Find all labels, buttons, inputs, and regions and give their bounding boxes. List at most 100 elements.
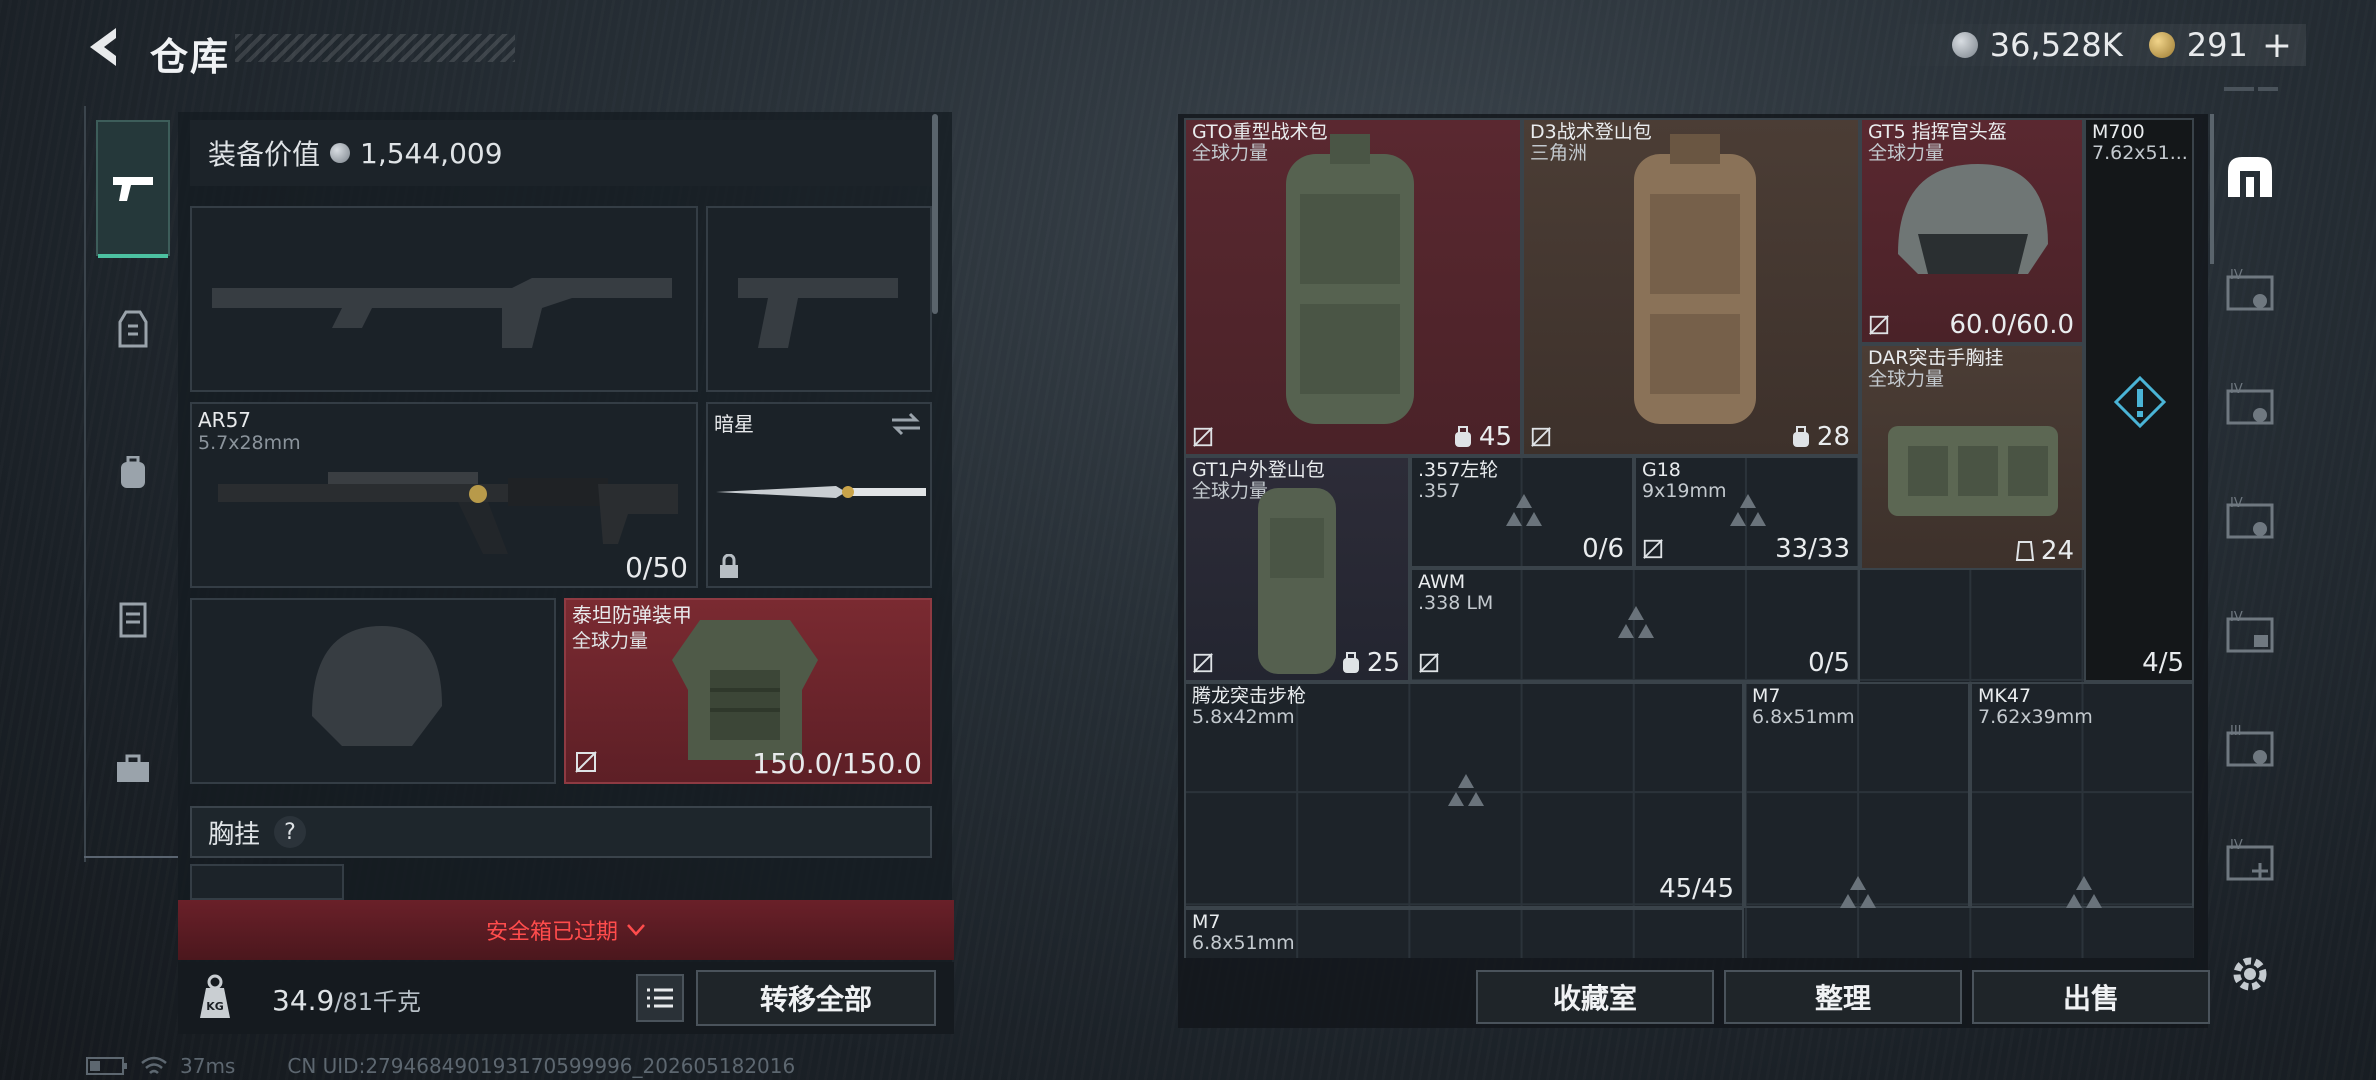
secondary-weapon-slot[interactable] [706, 206, 932, 392]
item-capacity: 28 [1791, 422, 1850, 452]
equip-scrollbar[interactable] [932, 114, 938, 314]
stash-item-m7[interactable]: M7 6.8x51mm [1744, 682, 1970, 908]
chevron-down-icon [627, 924, 645, 936]
backpack-small-icon [1792, 426, 1809, 447]
list-view-button[interactable] [636, 974, 684, 1022]
ping-text: 37ms [180, 1054, 236, 1078]
stash-item-gt1-backpack[interactable]: GT1户外登山包 全球力量 25 [1184, 456, 1410, 682]
nav-divider [84, 856, 178, 858]
stash-item-m7-2[interactable]: M7 6.8x51mm [1184, 908, 1744, 958]
svg-text:III: III [2230, 724, 2242, 739]
rifle-placeholder-icon [212, 278, 672, 348]
chest-rig-image [1888, 426, 2058, 516]
svg-text:IV: IV [2230, 838, 2243, 853]
backpack-image [1286, 134, 1414, 424]
transfer-all-button[interactable]: 转移全部 [696, 970, 936, 1026]
stash-item-m700[interactable]: M700 7.62x51... 4/5 [2084, 118, 2194, 682]
tab-stash-4d[interactable]: IV [2214, 596, 2286, 668]
uid-text: CN UID:279468490193170599996_20260518201… [287, 1054, 796, 1078]
ar57-slot[interactable]: AR57 5.7x28mm 0/50 [190, 402, 698, 588]
stash-item-d3-backpack[interactable]: D3战术登山包 三角洲 28 [1522, 118, 1860, 456]
placeholder-triangle-icon [1618, 606, 1654, 638]
no-insure-icon [1643, 539, 1663, 559]
placeholder-triangle-icon [2066, 876, 2102, 908]
stash-item-awm[interactable]: AWM .338 LM 0/5 [1410, 568, 1860, 682]
sell-button[interactable]: 出售 [1972, 970, 2210, 1024]
silver-coin-icon [330, 143, 351, 163]
svg-text:IV: IV [2230, 382, 2243, 397]
item-name: .357左轮 .357 [1418, 459, 1499, 502]
briefcase-icon [117, 754, 149, 782]
help-button[interactable]: ? [274, 816, 307, 848]
item-capacity: 45 [1453, 422, 1512, 452]
item-name: M7 6.8x51mm [1752, 685, 1855, 728]
max-weight: /81千克 [334, 988, 421, 1016]
collection-room-button[interactable]: 收藏室 [1476, 970, 1714, 1024]
stash-item-gto-backpack[interactable]: GTO重型战术包 全球力量 45 [1184, 118, 1522, 456]
tab-stash-add[interactable]: IV [2214, 824, 2286, 896]
expired-label: 安全箱已过期 [485, 920, 618, 945]
stash-box-icon: IV [2226, 610, 2274, 653]
svg-text:IV: IV [2230, 268, 2243, 283]
item-name: G18 9x19mm [1642, 459, 1727, 502]
melee-slot[interactable]: 暗星 [706, 402, 932, 588]
tab-stash-4c[interactable]: IV [2214, 482, 2286, 554]
currency-silver: 36,528K [1989, 26, 2123, 64]
stash-item-gt5-helmet[interactable]: GT5 指挥官头盔 全球力量 60.0/60.0 [1860, 118, 2084, 344]
stash-box-icon: IV [2226, 268, 2274, 311]
item-capacity: 25 [1341, 648, 1400, 678]
add-stash-icon: IV [2226, 838, 2274, 881]
currency-bar: 36,528K 291 + [1886, 24, 2306, 66]
vest-icon [118, 310, 148, 348]
silver-coin-icon [1951, 32, 1978, 58]
lock-icon [720, 554, 738, 578]
placeholder-triangle-icon [1730, 494, 1766, 526]
ar57-rifle-image [218, 472, 678, 554]
primary-weapon-slot[interactable] [190, 206, 698, 392]
title-decoration [235, 34, 515, 62]
weapon-ammo: 0/50 [625, 551, 688, 584]
tab-stash-4a[interactable]: IV [2214, 254, 2286, 326]
item-name: M700 7.62x51... [2092, 121, 2188, 164]
armor-slot[interactable]: 泰坦防弹装甲 全球力量 150.0/150.0 [564, 598, 932, 784]
equipment-value-label: 装备价值 [208, 138, 321, 171]
no-insure-icon [1419, 653, 1439, 673]
nav-helmet[interactable] [96, 292, 170, 366]
helmet-slot[interactable] [190, 598, 556, 784]
back-arrow-icon[interactable] [80, 22, 130, 72]
nav-weapons[interactable] [96, 120, 170, 258]
chest-rig-slot[interactable]: 胸挂 ? [190, 806, 932, 858]
tab-stash-4b[interactable]: IV [2214, 368, 2286, 440]
tab-stash-3[interactable]: III [2214, 710, 2286, 782]
svg-text:KG: KG [206, 1000, 224, 1013]
item-ammo: 0/5 [1808, 648, 1850, 678]
weight-display: 34.9/81千克 [272, 982, 421, 1017]
stash-grid[interactable]: GTO重型战术包 全球力量 45 D3战术登山包 三角洲 28 GT5 指挥官头盔全… [1184, 118, 2194, 958]
nav-armor[interactable] [96, 582, 170, 656]
chest-rig-item-slot[interactable] [190, 864, 344, 900]
stash-item-g18[interactable]: G18 9x19mm 33/33 [1634, 456, 1860, 568]
stash-item-357-revolver[interactable]: .357左轮 .357 0/6 [1410, 456, 1634, 568]
item-name: MK47 7.62x39mm [1978, 685, 2093, 728]
page-indicator [2224, 82, 2282, 96]
chest-rig-label: 胸挂 [208, 819, 261, 850]
nav-case[interactable] [96, 732, 170, 806]
swap-icon[interactable] [890, 412, 922, 436]
no-insure-icon [1531, 427, 1551, 447]
sort-button[interactable]: 整理 [1724, 970, 1962, 1024]
item-durability: 60.0/60.0 [1949, 310, 2074, 340]
stash-home-icon [2228, 157, 2272, 197]
stash-item-mk47[interactable]: MK47 7.62x39mm [1970, 682, 2194, 908]
tab-all[interactable] [2214, 140, 2286, 212]
stash-item-dar-rig[interactable]: DAR突击手胸挂 全球力量 24 [1860, 344, 2084, 570]
stash-item-tenglong-rifle[interactable]: 腾龙突击步枪 5.8x42mm 45/45 [1184, 682, 1744, 908]
item-name: M7 6.8x51mm [1192, 911, 1295, 954]
safe-box-expired-banner[interactable]: 安全箱已过期 [178, 900, 954, 960]
settings-gear-icon[interactable] [2228, 952, 2272, 996]
nav-backpack[interactable] [96, 436, 170, 510]
item-name: 腾龙突击步枪 5.8x42mm [1192, 685, 1307, 728]
armor-durability: 150.0/150.0 [752, 747, 922, 780]
no-insure-icon [1869, 315, 1889, 335]
add-currency-button[interactable]: + [2262, 25, 2292, 66]
backpack-image [1258, 488, 1336, 674]
